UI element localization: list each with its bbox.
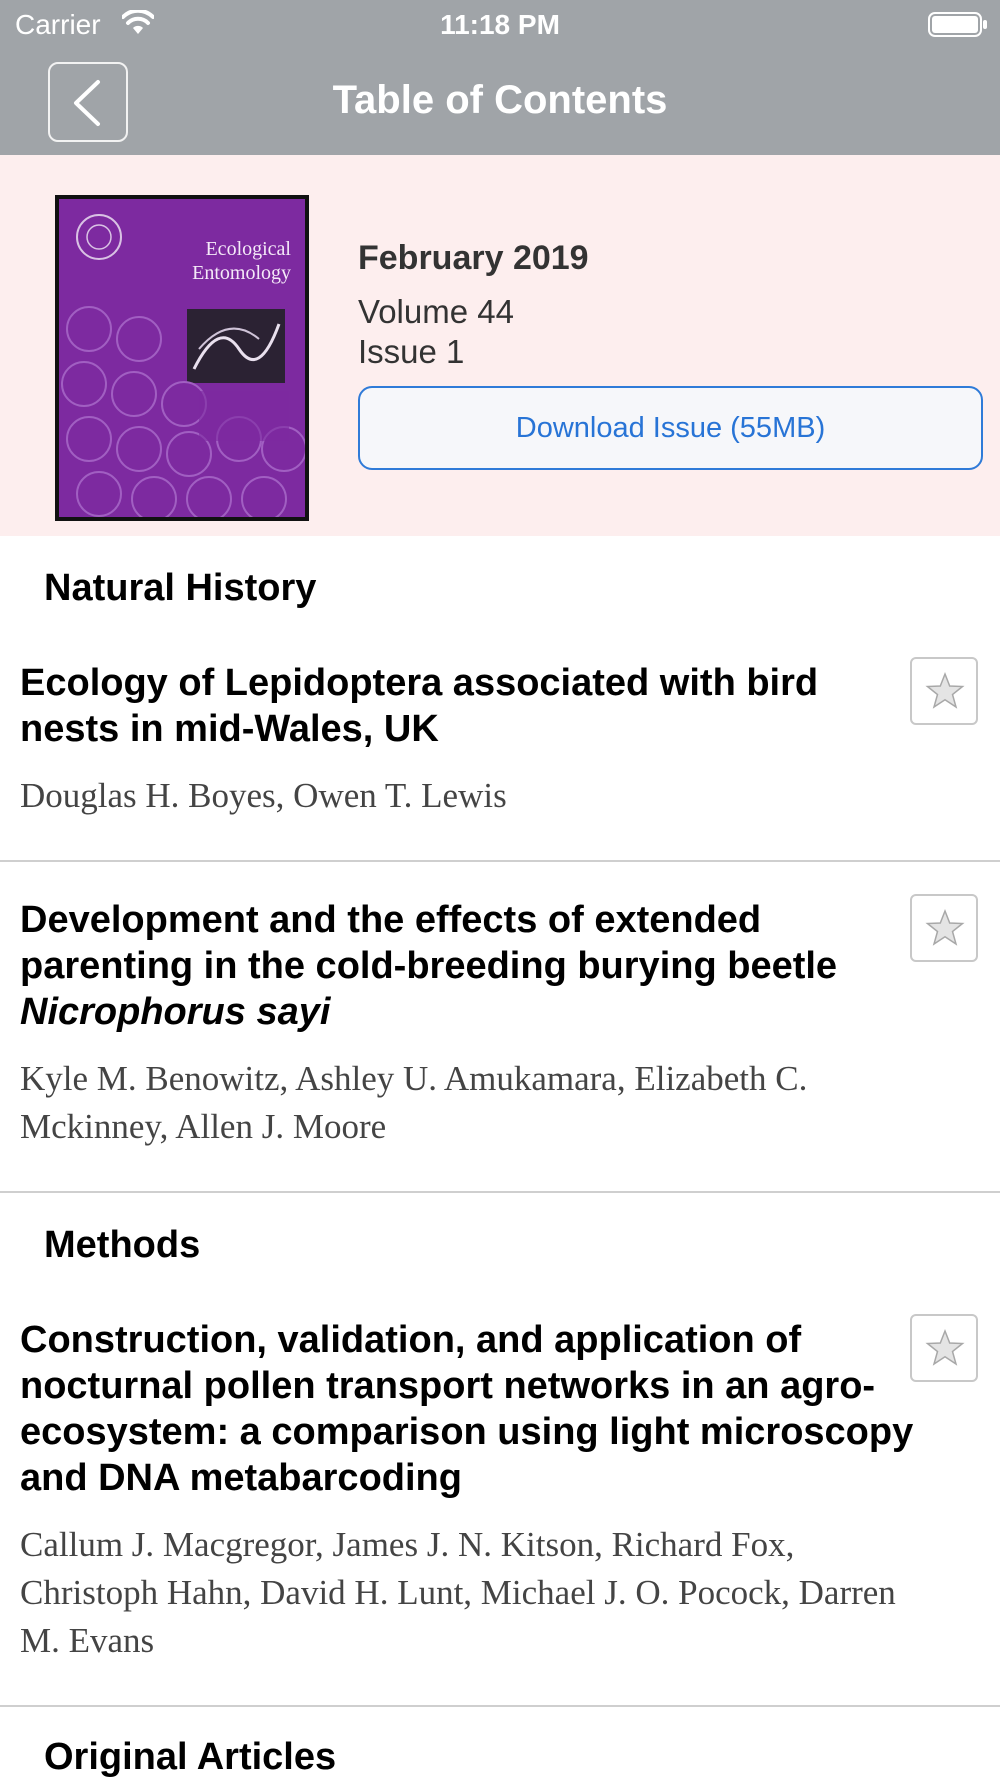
- divider: [0, 1191, 1000, 1193]
- article-authors: Callum J. Macgregor, James J. N. Kitson,…: [20, 1525, 896, 1660]
- article-title[interactable]: Development and the effects of extended …: [20, 897, 900, 1035]
- clock: 11:18 PM: [440, 9, 560, 40]
- divider: [0, 860, 1000, 862]
- star-icon: [925, 671, 965, 709]
- issue-header: Ecological Entomology February 2019 Volu…: [0, 155, 1000, 536]
- issue-volume: Volume 44: [358, 293, 514, 330]
- issue-number: Issue 1: [358, 333, 465, 370]
- bookmark-button[interactable]: [910, 657, 978, 725]
- species-name: Nicrophorus sayi: [20, 991, 331, 1033]
- bookmark-button[interactable]: [910, 894, 978, 962]
- star-icon: [925, 908, 965, 946]
- battery-icon: [928, 12, 988, 37]
- article-title-text: Development and the effects of extended …: [20, 899, 838, 987]
- section-header: Methods: [44, 1224, 201, 1266]
- page-title: Table of Contents: [332, 78, 668, 122]
- section-header: Natural History: [44, 567, 317, 609]
- issue-date: February 2019: [358, 239, 589, 277]
- cover-title-line: Ecological: [205, 238, 291, 260]
- article-authors: Douglas H. Boyes, Owen T. Lewis: [20, 776, 507, 815]
- cover-title-line: Entomology: [192, 262, 291, 284]
- article-authors: Kyle M. Benowitz, Ashley U. Amukamara, E…: [20, 1059, 808, 1146]
- navigation-bar: Carrier 11:18 PM Table of Contents: [0, 0, 1000, 155]
- divider: [0, 1705, 1000, 1707]
- bookmark-button[interactable]: [910, 1314, 978, 1382]
- section-header: Original Articles: [44, 1736, 337, 1778]
- issue-cover-image[interactable]: Ecological Entomology: [55, 195, 309, 521]
- article-title[interactable]: Ecology of Lepidoptera associated with b…: [20, 660, 900, 752]
- star-icon: [925, 1328, 965, 1366]
- article-title[interactable]: Construction, validation, and applicatio…: [20, 1317, 970, 1501]
- status-bar: Carrier 11:18 PM: [0, 0, 1000, 50]
- cover-title: Ecological Entomology: [131, 237, 291, 285]
- download-issue-button[interactable]: Download Issue (55MB): [358, 386, 983, 470]
